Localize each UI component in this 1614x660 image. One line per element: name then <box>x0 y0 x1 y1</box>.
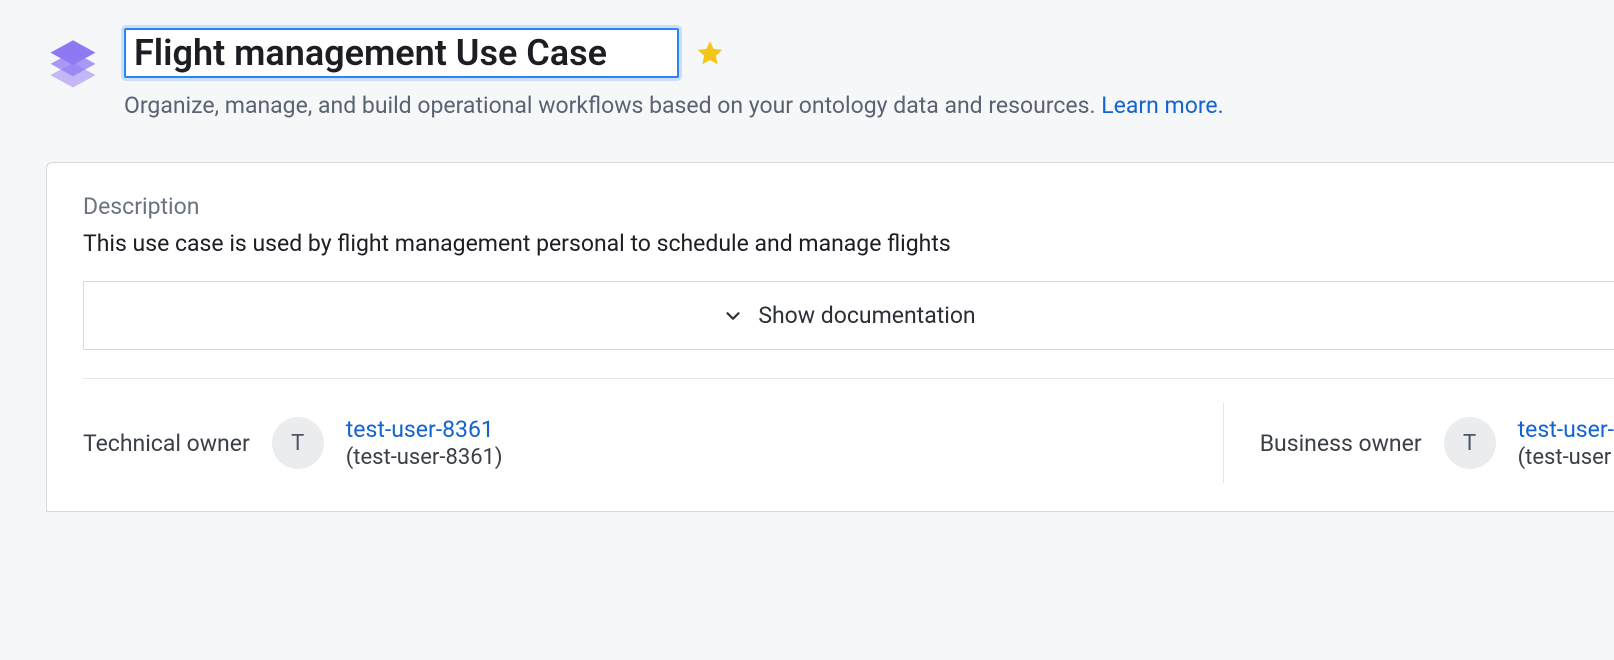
star-icon[interactable] <box>695 38 725 68</box>
avatar: T <box>272 417 324 469</box>
header-content: Organize, manage, and build operational … <box>124 28 1574 122</box>
business-owner-block: Business owner T test-user- (test-user <box>1260 416 1614 470</box>
owner-separator <box>1223 403 1224 483</box>
page-header: Organize, manage, and build operational … <box>0 0 1614 142</box>
business-owner-link[interactable]: test-user- <box>1518 416 1614 443</box>
technical-owner-name-block: test-user-8361 (test-user-8361) <box>346 416 503 470</box>
layers-icon <box>46 38 100 92</box>
title-row <box>124 28 1574 78</box>
subtitle: Organize, manage, and build operational … <box>124 90 1574 122</box>
title-input[interactable] <box>124 28 679 78</box>
business-owner-sub: (test-user <box>1518 445 1614 470</box>
subtitle-text: Organize, manage, and build operational … <box>124 92 1096 119</box>
technical-owner-block: Technical owner T test-user-8361 (test-u… <box>83 416 1187 470</box>
show-documentation-button[interactable]: Show documentation <box>83 281 1614 350</box>
owners-row: Technical owner T test-user-8361 (test-u… <box>83 379 1614 483</box>
business-owner-name-block: test-user- (test-user <box>1518 416 1614 470</box>
avatar: T <box>1444 417 1496 469</box>
technical-owner-sub: (test-user-8361) <box>346 445 503 470</box>
technical-owner-label: Technical owner <box>83 430 250 457</box>
technical-owner-link[interactable]: test-user-8361 <box>346 416 503 443</box>
description-text: This use case is used by flight manageme… <box>83 230 1614 257</box>
chevron-down-icon <box>722 305 744 327</box>
description-label: Description <box>83 193 1614 220</box>
learn-more-link[interactable]: Learn more. <box>1101 92 1223 119</box>
details-card: Description This use case is used by fli… <box>46 162 1614 512</box>
business-owner-label: Business owner <box>1260 430 1422 457</box>
show-documentation-label: Show documentation <box>758 302 975 329</box>
